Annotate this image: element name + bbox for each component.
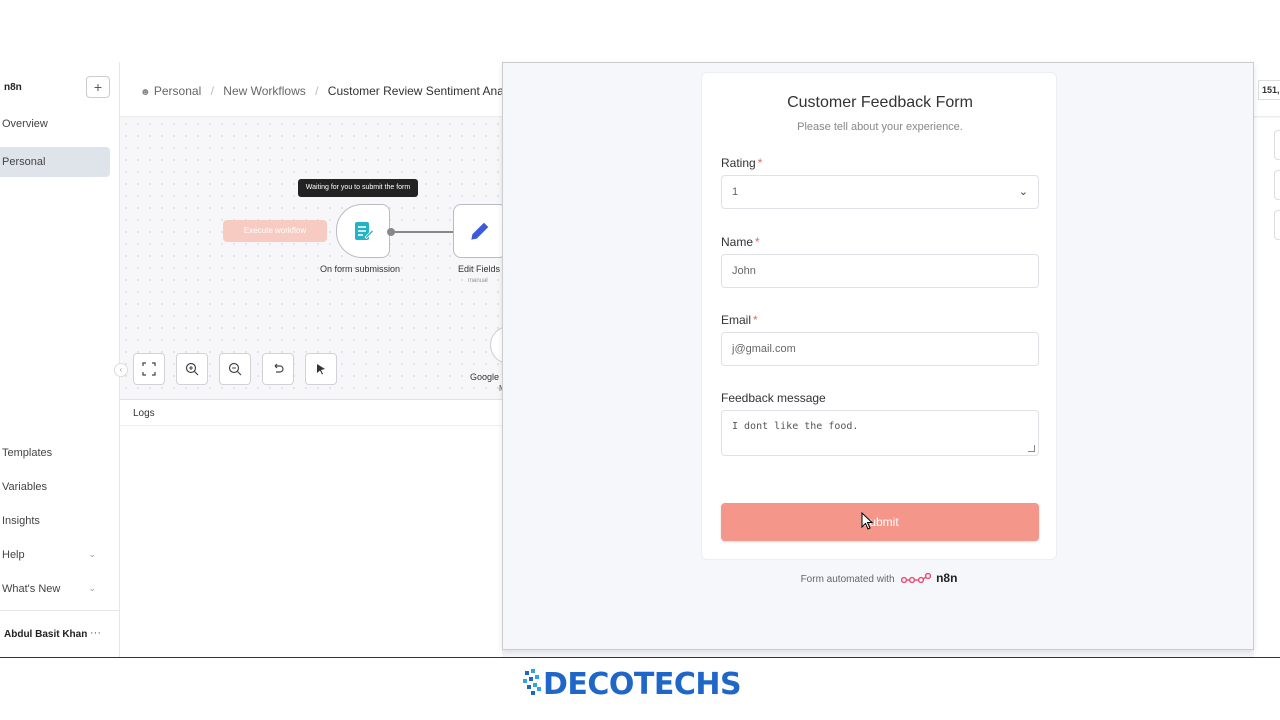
sidebar-item-help[interactable]: Help ⌄ bbox=[0, 549, 100, 561]
user-name[interactable]: Abdul Basit Khan bbox=[4, 629, 87, 640]
fit-view-icon bbox=[142, 362, 156, 376]
sidebar: n8n + Overview Personal Templates Variab… bbox=[0, 62, 120, 658]
sidebar-divider bbox=[0, 610, 120, 611]
decotechs-wordmark: DECOTECHS bbox=[543, 666, 742, 702]
breadcrumb-separator: / bbox=[315, 84, 319, 98]
breadcrumb-separator: / bbox=[210, 84, 214, 98]
feedback-textarea[interactable]: I dont like the food. bbox=[721, 410, 1039, 456]
node-connector bbox=[390, 231, 453, 233]
form-trigger-node[interactable] bbox=[336, 204, 390, 258]
reset-zoom-button[interactable] bbox=[262, 353, 294, 385]
person-icon: ☻ bbox=[140, 87, 151, 98]
tidy-up-button[interactable] bbox=[305, 353, 337, 385]
form-preview-modal: Customer Feedback Form Please tell about… bbox=[502, 62, 1254, 650]
breadcrumb-workflow-name[interactable]: Customer Review Sentiment Analy bbox=[328, 84, 513, 98]
name-input[interactable]: John bbox=[721, 254, 1039, 288]
chevron-down-icon: ⌄ bbox=[88, 549, 96, 559]
name-label-text: Name bbox=[721, 235, 754, 249]
chevron-down-icon: ⌄ bbox=[88, 583, 96, 593]
edit-fields-node[interactable] bbox=[453, 204, 507, 258]
fit-view-button[interactable] bbox=[133, 353, 165, 385]
workflow-canvas[interactable]: Waiting for you to submit the form Execu… bbox=[114, 118, 520, 398]
rating-value: 1 bbox=[732, 186, 739, 198]
zoom-out-icon bbox=[228, 362, 242, 376]
trigger-node-label: On form submission bbox=[320, 264, 401, 274]
mouse-cursor-icon bbox=[861, 512, 874, 530]
feedback-form: Customer Feedback Form Please tell about… bbox=[701, 72, 1057, 560]
required-mark: * bbox=[757, 156, 763, 170]
sidebar-item-variables[interactable]: Variables bbox=[0, 481, 100, 493]
brand-logo: n8n bbox=[4, 82, 22, 93]
zoom-in-icon bbox=[185, 362, 199, 376]
decotechs-pixel-logo-icon bbox=[523, 669, 541, 695]
sidebar-item-templates[interactable]: Templates bbox=[0, 447, 100, 459]
logs-divider bbox=[120, 425, 502, 426]
sidebar-item-overview[interactable]: Overview bbox=[0, 109, 110, 139]
form-title: Customer Feedback Form bbox=[787, 94, 973, 111]
undo-icon bbox=[274, 363, 284, 373]
zoom-out-button[interactable] bbox=[219, 353, 251, 385]
footer-brand[interactable]: n8n bbox=[936, 571, 957, 585]
zoom-in-button[interactable] bbox=[176, 353, 208, 385]
resize-handle[interactable] bbox=[1028, 445, 1035, 452]
email-label-text: Email bbox=[721, 313, 752, 327]
form-footer: Form automated with n8n bbox=[503, 571, 1255, 585]
edge-button[interactable] bbox=[1274, 170, 1280, 200]
email-label: Email * bbox=[721, 313, 758, 327]
name-label: Name * bbox=[721, 235, 760, 249]
edit-node-label: Edit Fields bbox=[458, 264, 501, 274]
add-button[interactable]: + bbox=[86, 76, 110, 98]
chevron-down-icon: ⌄ bbox=[1018, 186, 1028, 198]
cursor-icon bbox=[317, 364, 325, 375]
rating-label: Rating * bbox=[721, 156, 762, 170]
user-more-icon[interactable]: ··· bbox=[90, 627, 101, 639]
submit-button[interactable]: Submit bbox=[721, 503, 1039, 541]
execute-workflow-button[interactable]: Execute workflow bbox=[223, 220, 327, 242]
form-icon bbox=[355, 222, 375, 240]
footer-prefix: Form automated with bbox=[800, 574, 895, 585]
bottom-divider bbox=[0, 657, 1280, 658]
rating-label-text: Rating bbox=[721, 156, 756, 170]
sidebar-item-whats-new[interactable]: What's New ⌄ bbox=[0, 583, 100, 595]
sidebar-item-whats-new-label: What's New bbox=[2, 583, 61, 595]
email-input[interactable]: j@gmail.com bbox=[721, 332, 1039, 366]
feedback-label: Feedback message bbox=[721, 391, 826, 405]
required-mark: * bbox=[755, 235, 760, 249]
edit-node-sublabel: manual bbox=[468, 278, 488, 284]
google-node-label: Google bbox=[470, 372, 500, 382]
rating-select[interactable]: 1 ⌄ bbox=[721, 175, 1039, 209]
breadcrumb-new-workflows[interactable]: New Workflows bbox=[223, 84, 305, 98]
collapse-sidebar-icon[interactable]: ‹ bbox=[114, 363, 128, 377]
waiting-tooltip: Waiting for you to submit the form bbox=[298, 179, 418, 197]
sidebar-item-personal[interactable]: Personal bbox=[0, 147, 110, 177]
sidebar-item-insights[interactable]: Insights bbox=[0, 515, 100, 527]
form-subtitle: Please tell about your experience. bbox=[797, 121, 963, 133]
feedback-value: I dont like the food. bbox=[732, 421, 859, 432]
breadcrumb-personal[interactable]: Personal bbox=[154, 84, 201, 98]
star-count-badge[interactable]: 151, bbox=[1258, 80, 1280, 100]
pencil-icon bbox=[471, 221, 490, 240]
required-mark: * bbox=[753, 313, 758, 327]
edge-button[interactable] bbox=[1274, 210, 1280, 240]
breadcrumb: ☻ Personal / New Workflows / Customer Re… bbox=[140, 84, 513, 98]
right-panel-edge bbox=[1254, 118, 1280, 658]
n8n-logo-icon bbox=[901, 573, 932, 584]
logs-panel: Logs bbox=[120, 399, 502, 658]
sidebar-item-help-label: Help bbox=[2, 549, 25, 561]
edge-button[interactable] bbox=[1274, 130, 1280, 160]
decotechs-watermark: DECOTECHS bbox=[523, 664, 742, 704]
logs-title[interactable]: Logs bbox=[133, 408, 155, 419]
